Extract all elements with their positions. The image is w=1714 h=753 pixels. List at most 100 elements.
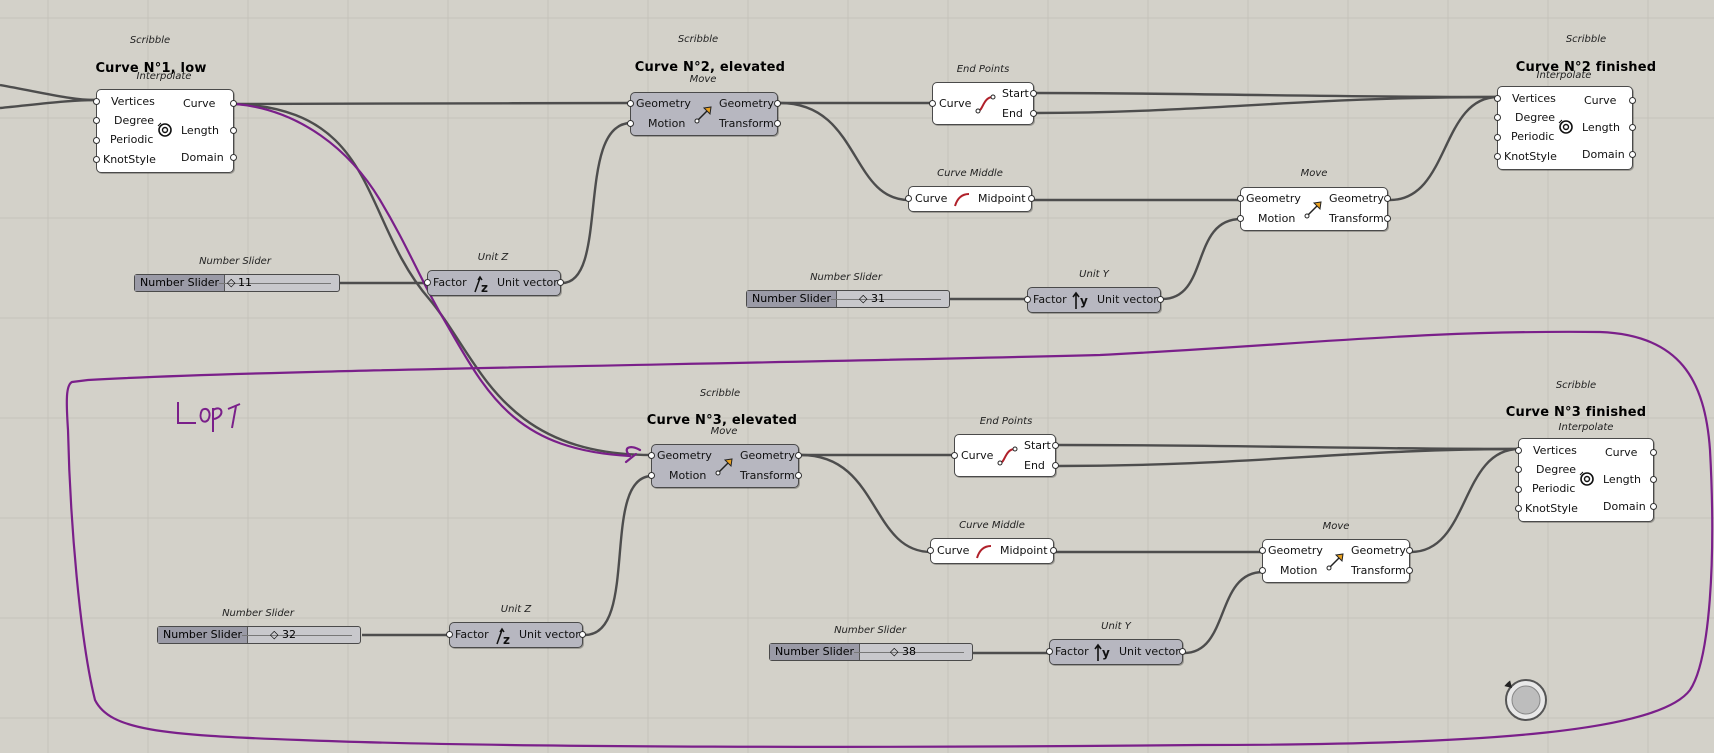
move-component[interactable]: Geometry Motion Geometry Transform bbox=[1237, 187, 1391, 231]
input-geometry[interactable]: Geometry bbox=[636, 97, 691, 110]
output-end[interactable]: End bbox=[1002, 107, 1023, 120]
port[interactable] bbox=[795, 472, 802, 479]
port[interactable] bbox=[1237, 215, 1244, 222]
input-motion[interactable]: Motion bbox=[1280, 564, 1317, 577]
port[interactable] bbox=[774, 100, 781, 107]
output-geometry[interactable]: Geometry bbox=[740, 449, 795, 462]
number-slider[interactable]: Number Slider ◇ 11 bbox=[134, 274, 340, 292]
output-geometry[interactable]: Geometry bbox=[719, 97, 774, 110]
port[interactable] bbox=[1259, 567, 1266, 574]
input-curve[interactable]: Curve bbox=[939, 97, 971, 110]
output-length[interactable]: Length bbox=[181, 124, 219, 137]
move-component[interactable]: Geometry Motion Geometry Transform bbox=[627, 92, 781, 136]
input-periodic[interactable]: Periodic bbox=[1511, 130, 1554, 143]
endpoints-component[interactable]: Curve Start End bbox=[929, 82, 1037, 125]
output-geometry[interactable]: Geometry bbox=[1351, 544, 1406, 557]
input-motion[interactable]: Motion bbox=[1258, 212, 1295, 225]
unit-z-component[interactable]: Factor Unit vector z bbox=[446, 622, 586, 648]
port[interactable] bbox=[1179, 648, 1186, 655]
port[interactable] bbox=[1384, 215, 1391, 222]
unit-y-component[interactable]: Factor Unit vector y bbox=[1046, 639, 1186, 665]
port[interactable] bbox=[1515, 466, 1522, 473]
port[interactable] bbox=[795, 452, 802, 459]
output-domain[interactable]: Domain bbox=[181, 151, 224, 164]
grasshopper-canvas[interactable]: Scribble Curve N°1, low Scribble Curve N… bbox=[0, 0, 1714, 753]
port[interactable] bbox=[1237, 195, 1244, 202]
scribble-curve3-finished[interactable]: Curve N°3 finished bbox=[1506, 405, 1647, 420]
port[interactable] bbox=[1629, 151, 1636, 158]
slider-knob[interactable]: ◇ bbox=[270, 627, 278, 643]
port[interactable] bbox=[93, 156, 100, 163]
output-length[interactable]: Length bbox=[1603, 473, 1641, 486]
endpoints-component[interactable]: Curve Start End bbox=[951, 434, 1059, 477]
port[interactable] bbox=[1515, 486, 1522, 493]
input-knotstyle[interactable]: KnotStyle bbox=[103, 153, 156, 166]
port[interactable] bbox=[1629, 124, 1636, 131]
input-geometry[interactable]: Geometry bbox=[1268, 544, 1323, 557]
output-unit-vector[interactable]: Unit vector bbox=[519, 628, 580, 641]
port[interactable] bbox=[1494, 95, 1501, 102]
output-midpoint[interactable]: Midpoint bbox=[978, 192, 1026, 205]
input-curve[interactable]: Curve bbox=[961, 449, 993, 462]
input-geometry[interactable]: Geometry bbox=[1246, 192, 1301, 205]
input-curve[interactable]: Curve bbox=[937, 544, 969, 557]
port[interactable] bbox=[1629, 97, 1636, 104]
input-degree[interactable]: Degree bbox=[1515, 111, 1555, 124]
output-length[interactable]: Length bbox=[1582, 121, 1620, 134]
output-domain[interactable]: Domain bbox=[1582, 148, 1625, 161]
input-vertices[interactable]: Vertices bbox=[1533, 444, 1577, 457]
slider-track[interactable] bbox=[242, 635, 352, 636]
unit-y-component[interactable]: Factor Unit vector y bbox=[1024, 287, 1164, 313]
port[interactable] bbox=[905, 195, 912, 202]
port[interactable] bbox=[1028, 195, 1035, 202]
port[interactable] bbox=[93, 137, 100, 144]
number-slider[interactable]: Number Slider ◇ 31 bbox=[746, 290, 950, 308]
input-factor[interactable]: Factor bbox=[455, 628, 489, 641]
output-midpoint[interactable]: Midpoint bbox=[1000, 544, 1048, 557]
port[interactable] bbox=[1030, 90, 1037, 97]
port[interactable] bbox=[446, 631, 453, 638]
port[interactable] bbox=[1515, 505, 1522, 512]
slider-knob[interactable]: ◇ bbox=[227, 275, 235, 291]
input-motion[interactable]: Motion bbox=[648, 117, 685, 130]
interpolate-component[interactable]: Vertices Degree Periodic KnotStyle Curve… bbox=[1515, 438, 1657, 522]
port[interactable] bbox=[230, 154, 237, 161]
slider-track[interactable] bbox=[831, 299, 941, 300]
port[interactable] bbox=[1406, 547, 1413, 554]
input-periodic[interactable]: Periodic bbox=[110, 133, 153, 146]
output-start[interactable]: Start bbox=[1024, 439, 1051, 452]
port[interactable] bbox=[929, 100, 936, 107]
port[interactable] bbox=[230, 100, 237, 107]
input-vertices[interactable]: Vertices bbox=[1512, 92, 1556, 105]
output-geometry[interactable]: Geometry bbox=[1329, 192, 1384, 205]
input-motion[interactable]: Motion bbox=[669, 469, 706, 482]
interpolate-component[interactable]: Vertices Degree Periodic KnotStyle Curve… bbox=[1494, 86, 1636, 170]
output-curve[interactable]: Curve bbox=[1605, 446, 1637, 459]
input-curve[interactable]: Curve bbox=[915, 192, 947, 205]
curve-middle-component[interactable]: Curve Midpoint bbox=[905, 186, 1035, 212]
port[interactable] bbox=[1406, 567, 1413, 574]
output-curve[interactable]: Curve bbox=[183, 97, 215, 110]
port[interactable] bbox=[648, 472, 655, 479]
input-geometry[interactable]: Geometry bbox=[657, 449, 712, 462]
move-component[interactable]: Geometry Motion Geometry Transform bbox=[648, 444, 802, 488]
port[interactable] bbox=[1384, 195, 1391, 202]
port[interactable] bbox=[774, 120, 781, 127]
slider-track[interactable] bbox=[219, 283, 331, 284]
port[interactable] bbox=[1494, 153, 1501, 160]
canvas-navigation-widget[interactable] bbox=[1500, 676, 1548, 724]
port[interactable] bbox=[1650, 476, 1657, 483]
interpolate-component[interactable]: Vertices Degree Periodic KnotStyle Curve… bbox=[93, 89, 237, 173]
output-unit-vector[interactable]: Unit vector bbox=[1119, 645, 1180, 658]
input-periodic[interactable]: Periodic bbox=[1532, 482, 1575, 495]
port[interactable] bbox=[93, 98, 100, 105]
output-end[interactable]: End bbox=[1024, 459, 1045, 472]
number-slider[interactable]: Number Slider ◇ 32 bbox=[157, 626, 361, 644]
port[interactable] bbox=[579, 631, 586, 638]
input-factor[interactable]: Factor bbox=[1055, 645, 1089, 658]
port[interactable] bbox=[1024, 296, 1031, 303]
port[interactable] bbox=[1046, 648, 1053, 655]
port[interactable] bbox=[1650, 449, 1657, 456]
port[interactable] bbox=[424, 279, 431, 286]
port[interactable] bbox=[627, 100, 634, 107]
